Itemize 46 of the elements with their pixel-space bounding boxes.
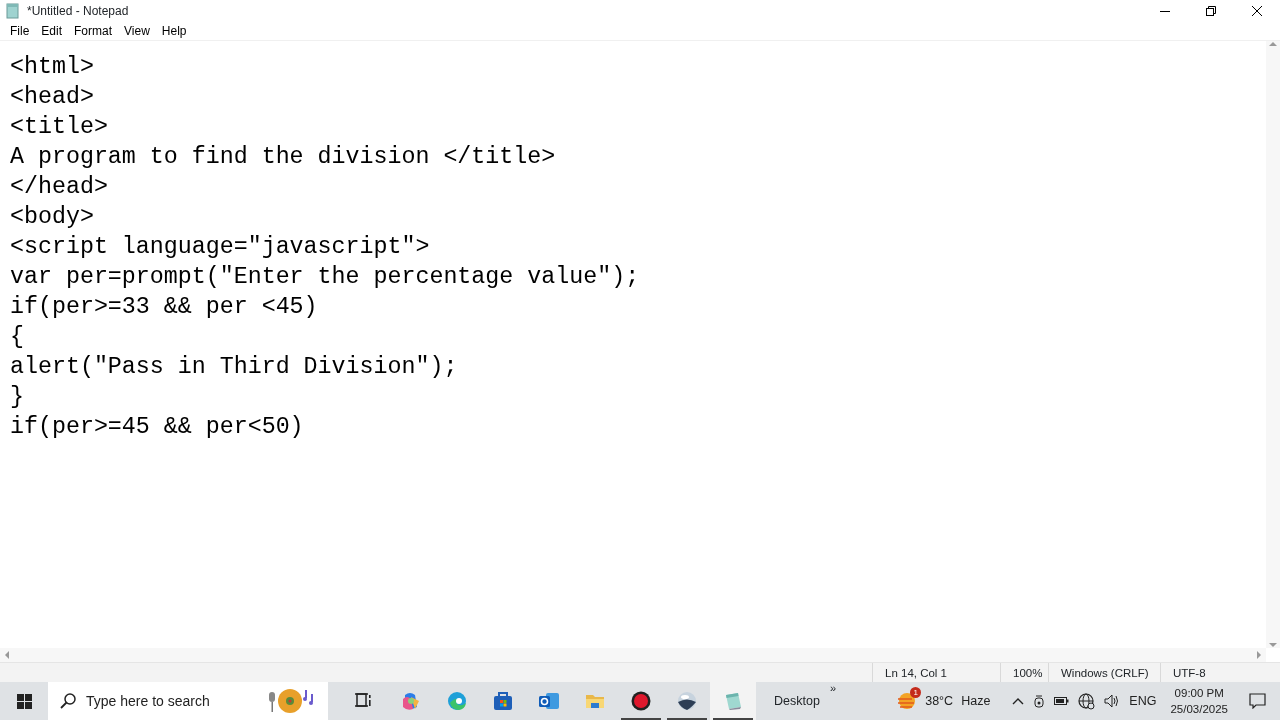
chevron-up-icon[interactable] <box>1012 696 1025 706</box>
text-area[interactable]: <html> <head> <title> A program to find the division </title> </head> <body> <script language="javascript"> var per=prompt("Enter the percentage value"); if(per>=33 && per <45) { alert("Pass in Third Division"); } if(per>=45 && per<50) <box>0 41 1266 648</box>
battery-icon[interactable] <box>1054 695 1070 707</box>
copilot-icon <box>401 691 421 711</box>
menu-item[interactable]: File <box>4 22 36 40</box>
menu-item[interactable]: Edit <box>35 22 69 40</box>
windows-logo-icon <box>16 693 32 709</box>
store-icon <box>493 691 513 711</box>
desktop-toolbar[interactable]: Desktop » <box>774 682 846 720</box>
chevron-button[interactable]: » <box>829 680 836 697</box>
volume-icon[interactable] <box>1104 693 1121 709</box>
globe-app-icon <box>677 691 697 711</box>
restore-icon <box>1206 6 1216 16</box>
notepad-icon <box>723 691 743 711</box>
notepad-icon <box>5 3 21 19</box>
horizontal-scrollbar[interactable] <box>0 648 1266 662</box>
toolbar-label: Desktop <box>774 693 820 710</box>
record-icon <box>631 691 651 711</box>
temperature-text: 38°C <box>925 692 954 710</box>
menu-item[interactable]: Format <box>68 22 119 40</box>
taskbar-app[interactable] <box>710 682 756 720</box>
close-icon <box>1252 6 1262 16</box>
clock-date: 25/03/2025 <box>1170 702 1228 717</box>
scroll-down-icon[interactable] <box>1269 642 1277 648</box>
language-indicator[interactable]: ENG <box>1129 691 1157 711</box>
edge-icon <box>447 691 467 711</box>
notification-badge: 1 <box>910 687 922 698</box>
scroll-right-icon[interactable] <box>1256 651 1262 659</box>
menu-item[interactable]: View <box>118 22 156 40</box>
menu-item[interactable]: Help <box>155 22 193 40</box>
clock-time: 09:00 PM <box>1174 686 1224 701</box>
notification-icon <box>1248 693 1266 709</box>
clock[interactable]: 09:00 PM 25/03/2025 <box>1170 685 1228 717</box>
mail-app-icon <box>539 691 559 711</box>
music-app-icon[interactable] <box>266 686 316 716</box>
vertical-scrollbar[interactable] <box>1266 41 1280 648</box>
window-title: *Untitled - Notepad <box>27 3 130 20</box>
globe-icon[interactable] <box>1078 692 1096 710</box>
search-field[interactable]: Type here to search <box>86 690 256 712</box>
search-icon <box>60 693 76 709</box>
scroll-left-icon[interactable] <box>4 651 10 659</box>
weather-icon <box>897 691 918 711</box>
weather-condition: Haze <box>961 692 991 710</box>
search-box[interactable]: Type here to search <box>48 682 328 720</box>
scroll-up-icon[interactable] <box>1269 41 1277 47</box>
camera-icon[interactable] <box>1033 693 1046 709</box>
